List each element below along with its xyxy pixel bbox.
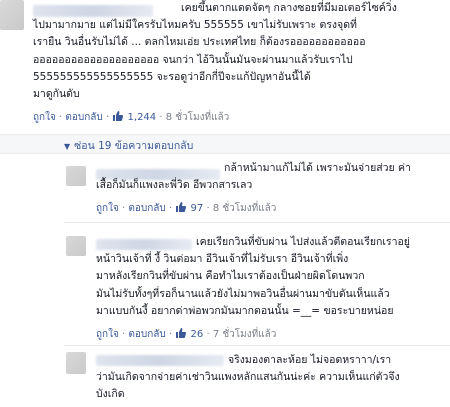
reply-link[interactable]: ตอบกลับ — [128, 329, 165, 340]
hide-replies-label: ซ่อน 19 ข้อความตอบกลับ — [74, 140, 194, 152]
comment-line: ออออออออออออออออออออ จนกว่า ไอ้วินนั้นมั… — [33, 53, 353, 66]
comment-line: มาดูกันดับ — [33, 88, 80, 101]
reply-body: จริงมองตาละห้อย ไม่จอดหราาา/เรา ว่ามันเก… — [96, 352, 400, 404]
comment-actions: ถูกใจ · ตอบกลับ · 1,244 · 8 ชั่วโมงที่แล… — [33, 110, 230, 125]
like-count[interactable]: 26 — [191, 329, 204, 340]
comment-line: เคยขึ้นตากแดดจัดๆ กลางซอยที่มีมอเตอร์ไซค… — [181, 2, 397, 14]
reply-line: มาหลังเรียกวินที่ขับผ่าน คือทำไมเราต้องเ… — [96, 270, 365, 283]
like-count[interactable]: 97 — [191, 203, 204, 214]
like-link[interactable]: ถูกใจ — [96, 329, 119, 340]
hide-replies-link[interactable]: ▼ ซ่อน 19 ข้อความตอบกลับ — [64, 137, 193, 154]
collapse-arrow-icon: ▼ — [64, 142, 71, 151]
reply-line: จริงมองตาละห้อย ไม่จอดหราาา/เรา — [228, 354, 392, 366]
like-link[interactable]: ถูกใจ — [96, 203, 119, 214]
reply-line: หน้าวินเจ้าที่ งี้ วินต่อมา อีวินเจ้าที่… — [96, 253, 349, 266]
like-link[interactable]: ถูกใจ — [33, 112, 56, 123]
divider — [64, 222, 450, 223]
reply-actions: ถูกใจ · ตอบกลับ · 26 · 7 ชั่วโมงที่แล้ว — [96, 327, 277, 342]
timestamp[interactable]: 8 ชั่วโมงที่แล้ว — [166, 112, 230, 123]
reply-line: เคยเรียกวินที่ขับผ่าน ไปส่งแล้วตีตอนเรีย… — [196, 236, 410, 248]
thumbs-up-icon — [175, 201, 187, 216]
reply-avatar[interactable] — [66, 166, 86, 186]
comment-line: ไปมามากมาย แต่ไม่มีใครรับไหมครับ 555555 … — [33, 19, 357, 32]
reply-link[interactable]: ตอบกลับ — [128, 203, 165, 214]
comment-body: เคยขึ้นตากแดดจัดๆ กลางซอยที่มีมอเตอร์ไซค… — [33, 0, 448, 103]
thumbs-up-icon — [112, 110, 124, 125]
reply-avatar[interactable] — [66, 236, 86, 256]
comment-avatar[interactable] — [0, 0, 24, 30]
reply-body: กล้าหน้ามาแก้ไม่ได้ เพราะมันจ่ายส่วย ค่า… — [96, 160, 411, 194]
reply-line: มาแบบกันงี้ อยากด่าพ่อพวกมันมากตอนนั้น =… — [96, 304, 394, 317]
reply-line: บังเกิด — [96, 388, 125, 401]
reply-line: กล้าหน้ามาแก้ไม่ได้ เพราะมันจ่ายส่วย ค่า — [224, 162, 411, 174]
reply-link[interactable]: ตอบกลับ — [65, 112, 102, 123]
reply-line: ว่ามันเกิดจากจ่ายค่าเช่าวินแพงหลักแสนกัน… — [96, 371, 400, 384]
reply-line: เสื้อก็มันก็แพงละพี่วิด อีพวกสารเลว — [96, 179, 253, 192]
comment-line: เรายืน วินอื่นรับไม่ได้ ... ตลกไหมเอ่ย ป… — [33, 36, 366, 49]
divider — [64, 345, 450, 346]
like-count[interactable]: 1,244 — [128, 112, 157, 123]
reply-actions: ถูกใจ · ตอบกลับ · 97 · 8 ชั่วโมงที่แล้ว — [96, 201, 277, 216]
reply-avatar[interactable] — [66, 352, 86, 374]
reply-body: เคยเรียกวินที่ขับผ่าน ไปส่งแล้วตีตอนเรีย… — [96, 234, 410, 320]
reply-line: มันไม่รับทั้งๆที่รอก็นานแล้วยังไม่มาพอวิ… — [96, 287, 390, 300]
timestamp[interactable]: 7 ชั่วโมงที่แล้ว — [213, 329, 277, 340]
thumbs-up-icon — [175, 327, 187, 342]
timestamp[interactable]: 8 ชั่วโมงที่แล้ว — [213, 203, 277, 214]
comment-line: 555555555555555555 จะรอดูว่าอีกกี่ปีจะแก… — [33, 70, 311, 83]
